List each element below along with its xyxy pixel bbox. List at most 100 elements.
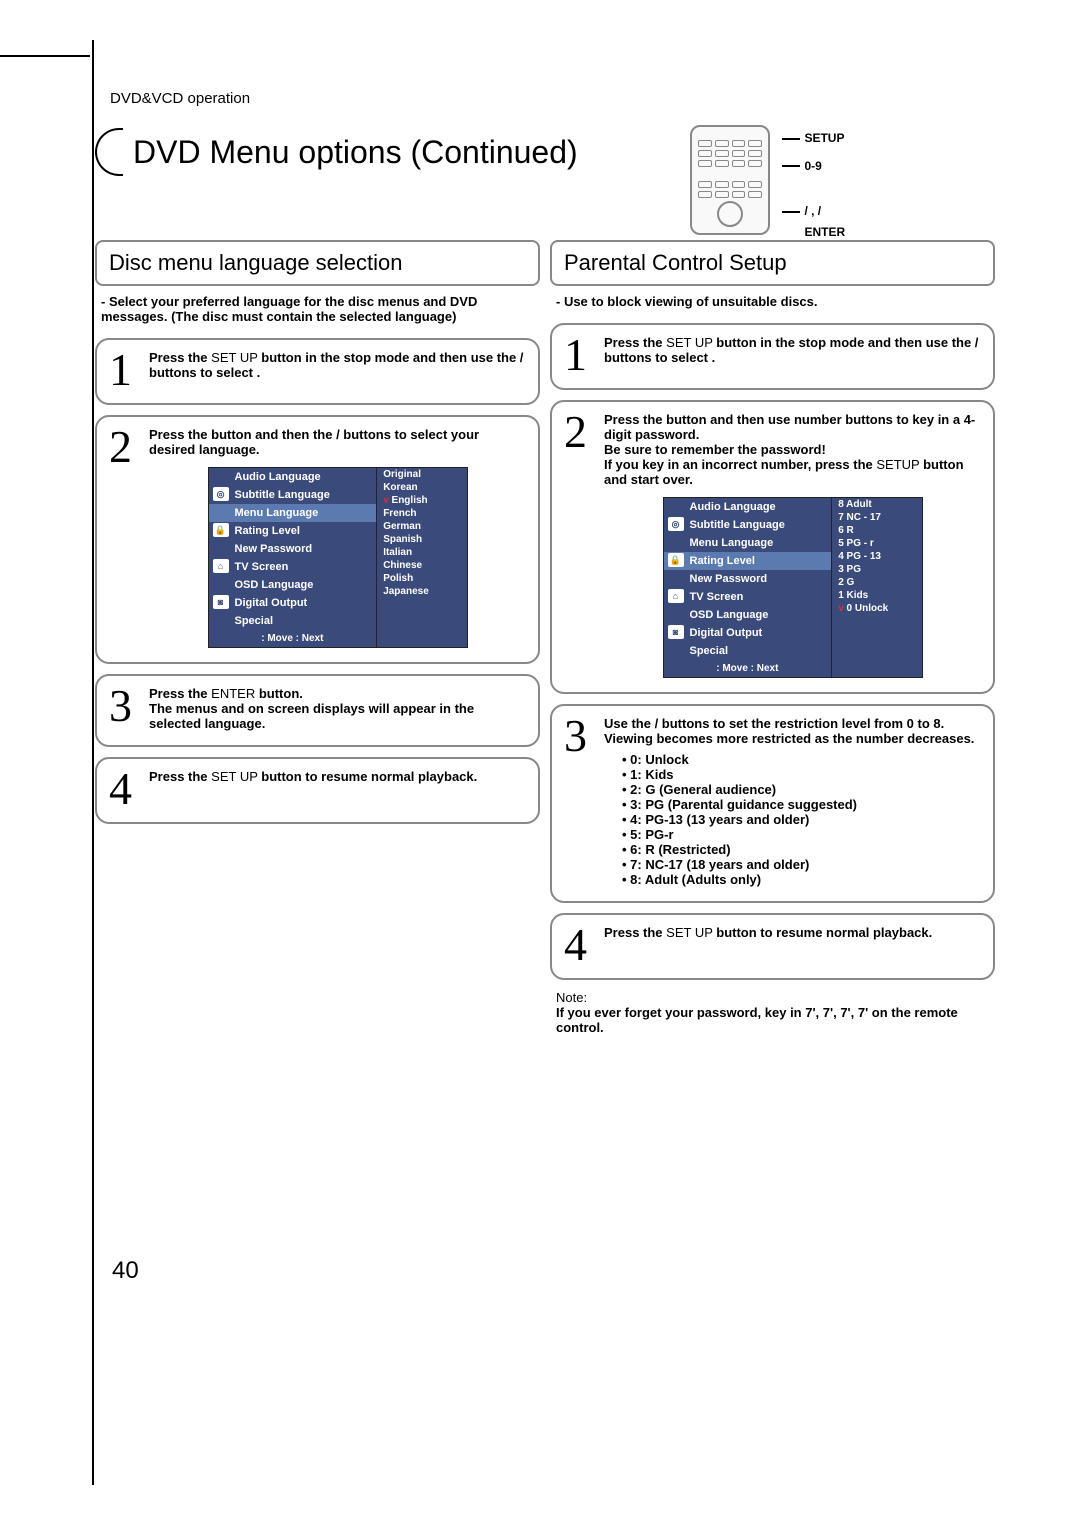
disc-icon: ◎	[213, 487, 229, 501]
right-step-4: 4 Press the SET UP button to resume norm…	[550, 913, 995, 980]
left-column: Disc menu language selection - Select yo…	[95, 240, 540, 1045]
osd-option: Original	[377, 468, 466, 481]
osd-option: Spanish	[377, 533, 466, 546]
osd-option: 7 NC - 17	[832, 511, 921, 524]
right-step-1: 1 Press the SET UP button in the stop mo…	[550, 323, 995, 390]
list-item: 5: PG-r	[622, 827, 981, 842]
lock-icon: 🔒	[213, 523, 229, 537]
remote-label-arrows: / , /	[804, 204, 821, 218]
dpad-icon	[717, 201, 743, 227]
right-intro: - Use to block viewing of unsuitable dis…	[556, 294, 989, 309]
osd-item: Menu Language	[235, 507, 319, 519]
page-title: DVD Menu options (Continued)	[123, 130, 588, 175]
remote-label-setup: SETUP	[804, 131, 844, 145]
section-heading-disc-menu: Disc menu language selection	[95, 240, 540, 286]
text: Press the	[149, 769, 208, 784]
right-column: Parental Control Setup - Use to block vi…	[550, 240, 995, 1045]
text: SET UP	[208, 769, 262, 784]
remote-diagram: SETUP 0-9 / , / ENTER	[690, 125, 980, 235]
text: The menus and on screen displays will ap…	[149, 701, 474, 731]
list-item: 0: Unlock	[622, 752, 981, 767]
text: Be sure to remember the password!	[604, 442, 826, 457]
text: Press the	[149, 350, 208, 365]
list-item: 2: G (General audience)	[622, 782, 981, 797]
right-step-3: 3 Use the / buttons to set the restricti…	[550, 704, 995, 903]
osd-item: Subtitle Language	[235, 489, 330, 501]
osd-item: Rating Level	[235, 525, 300, 537]
step-number: 3	[564, 716, 594, 755]
tv-icon: ⌂	[213, 559, 229, 573]
osd-item: Digital Output	[235, 597, 308, 609]
page-number: 40	[112, 1257, 139, 1285]
list-item: 1: Kids	[622, 767, 981, 782]
tv-icon: ⌂	[668, 589, 684, 603]
page-title-container: DVD Menu options (Continued)	[95, 128, 588, 176]
manual-page: DVD&VCD operation DVD Menu options (Cont…	[0, 0, 1080, 1525]
list-item: 4: PG-13 (13 years and older)	[622, 812, 981, 827]
osd-option: Italian	[377, 546, 466, 559]
digital-icon: ◙	[668, 625, 684, 639]
osd-screenshot-language: Audio Language ◎Subtitle Language Menu L…	[208, 467, 468, 648]
text: SET UP	[663, 925, 717, 940]
breadcrumb: DVD&VCD operation	[110, 90, 250, 107]
list-item: 8: Adult (Adults only)	[622, 872, 981, 887]
osd-option-selected: English	[377, 494, 466, 507]
margin-rule-vertical	[92, 40, 94, 1485]
rating-levels-list: 0: Unlock 1: Kids 2: G (General audience…	[622, 752, 981, 887]
step-number: 2	[109, 427, 139, 466]
text: SETUP	[873, 457, 923, 472]
osd-item: TV Screen	[690, 591, 744, 603]
remote-icon	[690, 125, 770, 235]
text: button.	[259, 686, 303, 701]
step-number: 1	[564, 335, 594, 374]
osd-footer: : Move : Next	[209, 630, 377, 647]
osd-item: TV Screen	[235, 561, 289, 573]
osd-item: Subtitle Language	[690, 519, 785, 531]
step-number: 4	[109, 769, 139, 808]
text: SET UP	[208, 350, 262, 365]
step-number: 4	[564, 925, 594, 964]
text: button to resume normal playback.	[261, 769, 477, 784]
remote-labels: SETUP 0-9 / , / ENTER	[782, 125, 845, 239]
left-step-1: 1 Press the SET UP button in the stop mo…	[95, 338, 540, 405]
note-text: If you ever forget your password, key in…	[556, 1005, 958, 1035]
osd-option: 3 PG	[832, 563, 921, 576]
osd-item: OSD Language	[235, 579, 314, 591]
text: Press the	[604, 335, 663, 350]
text: Press the button and then use number but…	[604, 412, 975, 442]
osd-option: 8 Adult	[832, 498, 921, 511]
text: If you key in an incorrect number, press…	[604, 457, 873, 472]
text: SET UP	[663, 335, 717, 350]
section-heading-parental: Parental Control Setup	[550, 240, 995, 286]
osd-item: Special	[235, 615, 274, 627]
list-item: 3: PG (Parental guidance suggested)	[622, 797, 981, 812]
list-item: 7: NC-17 (18 years and older)	[622, 857, 981, 872]
remote-label-enter: ENTER	[804, 225, 845, 239]
osd-footer: : Move : Next	[664, 660, 832, 677]
osd-item: OSD Language	[690, 609, 769, 621]
step-number: 1	[109, 350, 139, 389]
osd-option: Chinese	[377, 559, 466, 572]
osd-option: 5 PG - r	[832, 537, 921, 550]
osd-option-selected: 0 Unlock	[832, 602, 921, 615]
list-item: 6: R (Restricted)	[622, 842, 981, 857]
osd-option: Japanese	[377, 585, 466, 598]
osd-item: Special	[690, 645, 729, 657]
text: Press the	[604, 925, 663, 940]
left-step-4: 4 Press the SET UP button to resume norm…	[95, 757, 540, 824]
osd-item: New Password	[235, 543, 313, 555]
osd-screenshot-rating: Audio Language ◎Subtitle Language Menu L…	[663, 497, 923, 678]
step-number: 2	[564, 412, 594, 451]
osd-option: German	[377, 520, 466, 533]
osd-option: 6 R	[832, 524, 921, 537]
osd-item: Digital Output	[690, 627, 763, 639]
text: button to resume normal playback.	[716, 925, 932, 940]
osd-option: 1 Kids	[832, 589, 921, 602]
osd-item: Audio Language	[690, 501, 776, 513]
step-number: 3	[109, 686, 139, 725]
text: Press the button and then the / buttons …	[149, 427, 479, 457]
text: Use the / buttons to set the restriction…	[604, 716, 974, 746]
digital-icon: ◙	[213, 595, 229, 609]
osd-option: Korean	[377, 481, 466, 494]
remote-label-numbers: 0-9	[804, 159, 821, 173]
